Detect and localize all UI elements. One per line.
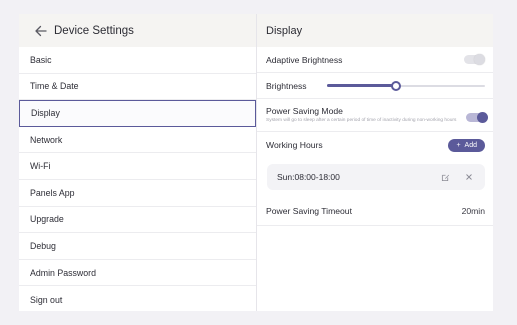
power-saving-timeout-row[interactable]: Power Saving Timeout 20min <box>257 196 493 226</box>
sidebar-item-label: Network <box>30 134 63 145</box>
arrow-left-icon[interactable] <box>33 24 47 38</box>
sidebar-item-basic[interactable]: Basic <box>19 47 256 74</box>
sidebar-item-network[interactable]: Network <box>19 127 256 154</box>
add-button-label: Add <box>464 141 477 149</box>
working-hours-row: Working Hours + Add <box>257 132 493 158</box>
schedule-item: Sun:08:00-18:00 <box>267 164 485 190</box>
toggle-knob <box>477 112 488 123</box>
sidebar-item-label: Time & Date <box>30 81 79 92</box>
brightness-label: Brightness <box>266 80 307 91</box>
power-saving-label: Power Saving Mode <box>266 106 343 116</box>
sidebar-item-display[interactable]: Display <box>19 100 256 127</box>
sidebar-item-label: Sign out <box>30 294 63 305</box>
sidebar-item-panels-app[interactable]: Panels App <box>19 180 256 207</box>
schedule-text: Sun:08:00-18:00 <box>277 172 340 182</box>
working-hours-label: Working Hours <box>266 140 323 150</box>
sidebar-item-wifi[interactable]: Wi-Fi <box>19 153 256 180</box>
sidebar-item-label: Panels App <box>30 187 75 198</box>
panel-title: Display <box>266 24 303 37</box>
power-saving-description: System will go to sleep after a certain … <box>266 118 457 123</box>
slider-thumb[interactable] <box>390 80 401 91</box>
power-saving-toggle[interactable] <box>466 112 488 123</box>
sidebar-title: Device Settings <box>54 24 134 37</box>
sidebar-item-label: Basic <box>30 54 52 65</box>
close-icon[interactable] <box>464 172 474 182</box>
adaptive-brightness-row: Adaptive Brightness <box>257 47 493 73</box>
power-saving-row: Power Saving Mode System will go to slee… <box>257 99 493 132</box>
sidebar-item-upgrade[interactable]: Upgrade <box>19 207 256 234</box>
timeout-value: 20min <box>461 205 485 216</box>
panel-header: Display <box>257 14 493 47</box>
sidebar-item-time-date[interactable]: Time & Date <box>19 74 256 101</box>
timeout-label: Power Saving Timeout <box>266 205 352 216</box>
toggle-knob <box>474 54 485 65</box>
sidebar-item-label: Wi-Fi <box>30 161 51 172</box>
add-schedule-button[interactable]: + Add <box>448 138 485 152</box>
sidebar: Device Settings Basic Time & Date Displa… <box>19 14 256 311</box>
display-panel: Display Adaptive Brightness Brightness P… <box>256 14 493 311</box>
sidebar-menu: Basic Time & Date Display Network Wi-Fi … <box>19 47 256 313</box>
brightness-row: Brightness <box>257 73 493 99</box>
sidebar-item-label: Upgrade <box>30 214 64 225</box>
slider-fill <box>327 84 396 87</box>
sidebar-item-sign-out[interactable]: Sign out <box>19 286 256 313</box>
sidebar-item-label: Admin Password <box>30 267 97 278</box>
sidebar-item-admin-password[interactable]: Admin Password <box>19 260 256 287</box>
adaptive-brightness-toggle[interactable] <box>464 54 485 65</box>
sidebar-item-label: Display <box>31 108 60 119</box>
plus-icon: + <box>456 141 461 149</box>
edit-icon[interactable] <box>440 172 450 182</box>
sidebar-header: Device Settings <box>19 14 256 47</box>
sidebar-item-debug[interactable]: Debug <box>19 233 256 260</box>
power-saving-text: Power Saving Mode System will go to slee… <box>266 106 466 124</box>
brightness-slider[interactable] <box>327 80 485 91</box>
sidebar-item-label: Debug <box>30 240 56 251</box>
adaptive-brightness-label: Adaptive Brightness <box>266 54 343 65</box>
schedule-actions <box>440 172 474 182</box>
